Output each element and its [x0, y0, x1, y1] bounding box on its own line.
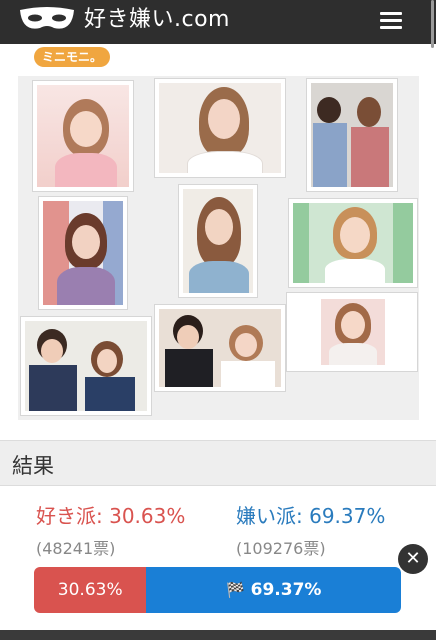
- like-bar-segment: 30.63%: [34, 567, 147, 613]
- dislike-bar-segment: 🏁 69.37%: [146, 567, 401, 613]
- hamburger-menu-icon[interactable]: [380, 12, 402, 32]
- site-title[interactable]: 好き嫌い.com: [84, 6, 230, 34]
- photo-5[interactable]: [178, 184, 258, 298]
- close-icon[interactable]: ✕: [398, 544, 428, 574]
- photo-2[interactable]: [154, 78, 286, 178]
- topic-tag[interactable]: ミニモニ。: [34, 47, 111, 67]
- bottom-bar: [0, 630, 436, 640]
- photo-1[interactable]: [32, 80, 134, 192]
- like-vote-count: (48241票): [36, 539, 116, 558]
- scrollbar[interactable]: [431, 0, 434, 48]
- result-bar: 30.63% 🏁 69.37%: [34, 567, 401, 613]
- checkered-flag-icon: 🏁: [225, 581, 245, 599]
- photo-3[interactable]: [306, 78, 398, 192]
- photo-gallery: [18, 76, 419, 420]
- photo-8[interactable]: [154, 304, 286, 392]
- photo-7[interactable]: [20, 316, 152, 416]
- mask-icon[interactable]: [18, 6, 76, 38]
- photo-9[interactable]: [286, 292, 418, 372]
- like-bar-text: 30.63%: [57, 580, 123, 600]
- dislike-bar-text: 69.37%: [250, 580, 322, 600]
- photo-4[interactable]: [38, 196, 128, 310]
- site-header: 好き嫌い.com: [0, 0, 436, 48]
- result-header: 結果: [0, 440, 436, 486]
- dislike-vote-count: (109276票): [236, 539, 326, 558]
- result-heading: 結果: [12, 454, 54, 478]
- photo-6[interactable]: [288, 198, 418, 288]
- dislike-percentage-label: 嫌い派: 69.37%: [236, 504, 386, 528]
- like-percentage-label: 好き派: 30.63%: [36, 504, 186, 528]
